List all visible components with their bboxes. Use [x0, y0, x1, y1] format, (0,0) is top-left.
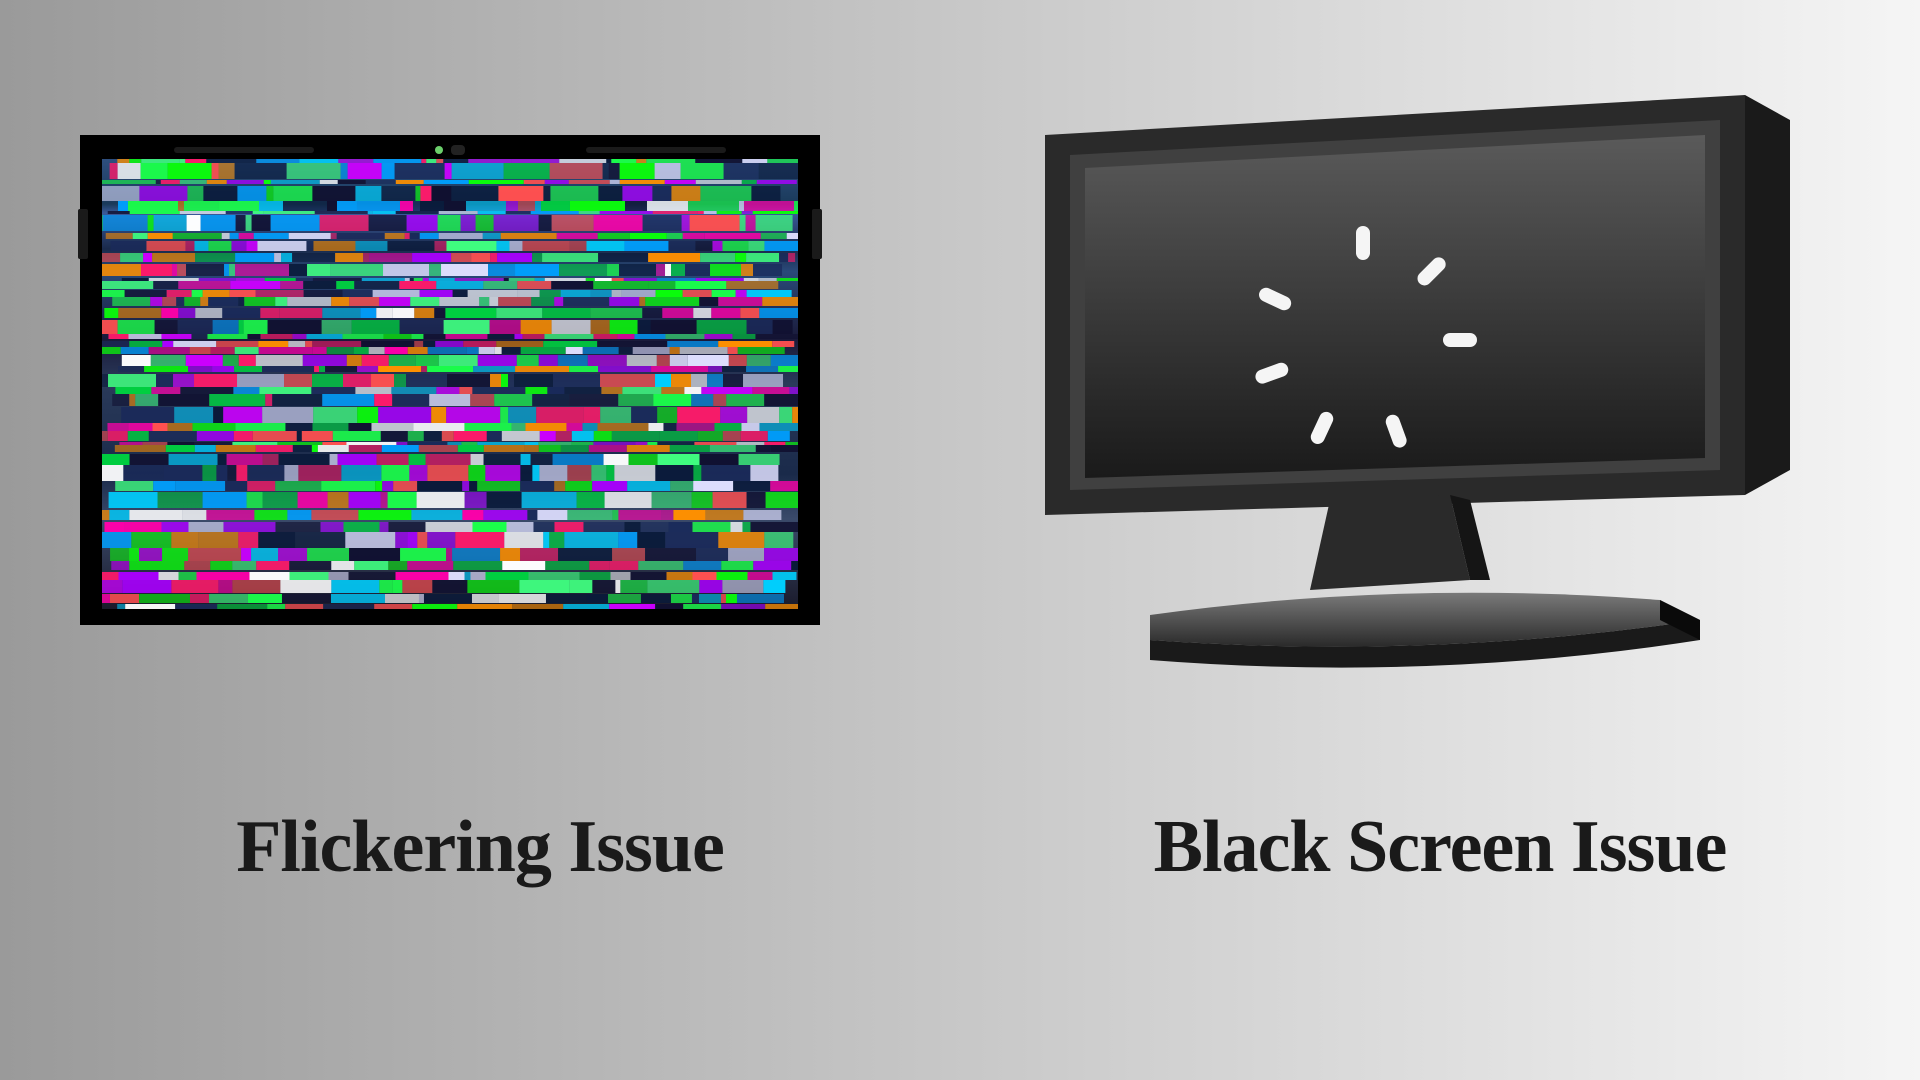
black-screen-monitor [1000, 80, 1800, 730]
camera-notch [435, 145, 465, 155]
right-panel: Black Screen Issue [960, 0, 1920, 1080]
speaker-grill-right [586, 147, 726, 153]
edge-button-left [78, 209, 88, 259]
left-panel: Flickering Issue [0, 0, 960, 1080]
glitch-screen [102, 159, 798, 609]
flickering-monitor [80, 135, 820, 625]
loading-spinner-icon [1340, 270, 1480, 410]
flickering-caption: Flickering Issue [236, 805, 724, 890]
black-screen-caption: Black Screen Issue [1154, 805, 1727, 890]
edge-button-right [812, 209, 822, 259]
speaker-grill-left [174, 147, 314, 153]
